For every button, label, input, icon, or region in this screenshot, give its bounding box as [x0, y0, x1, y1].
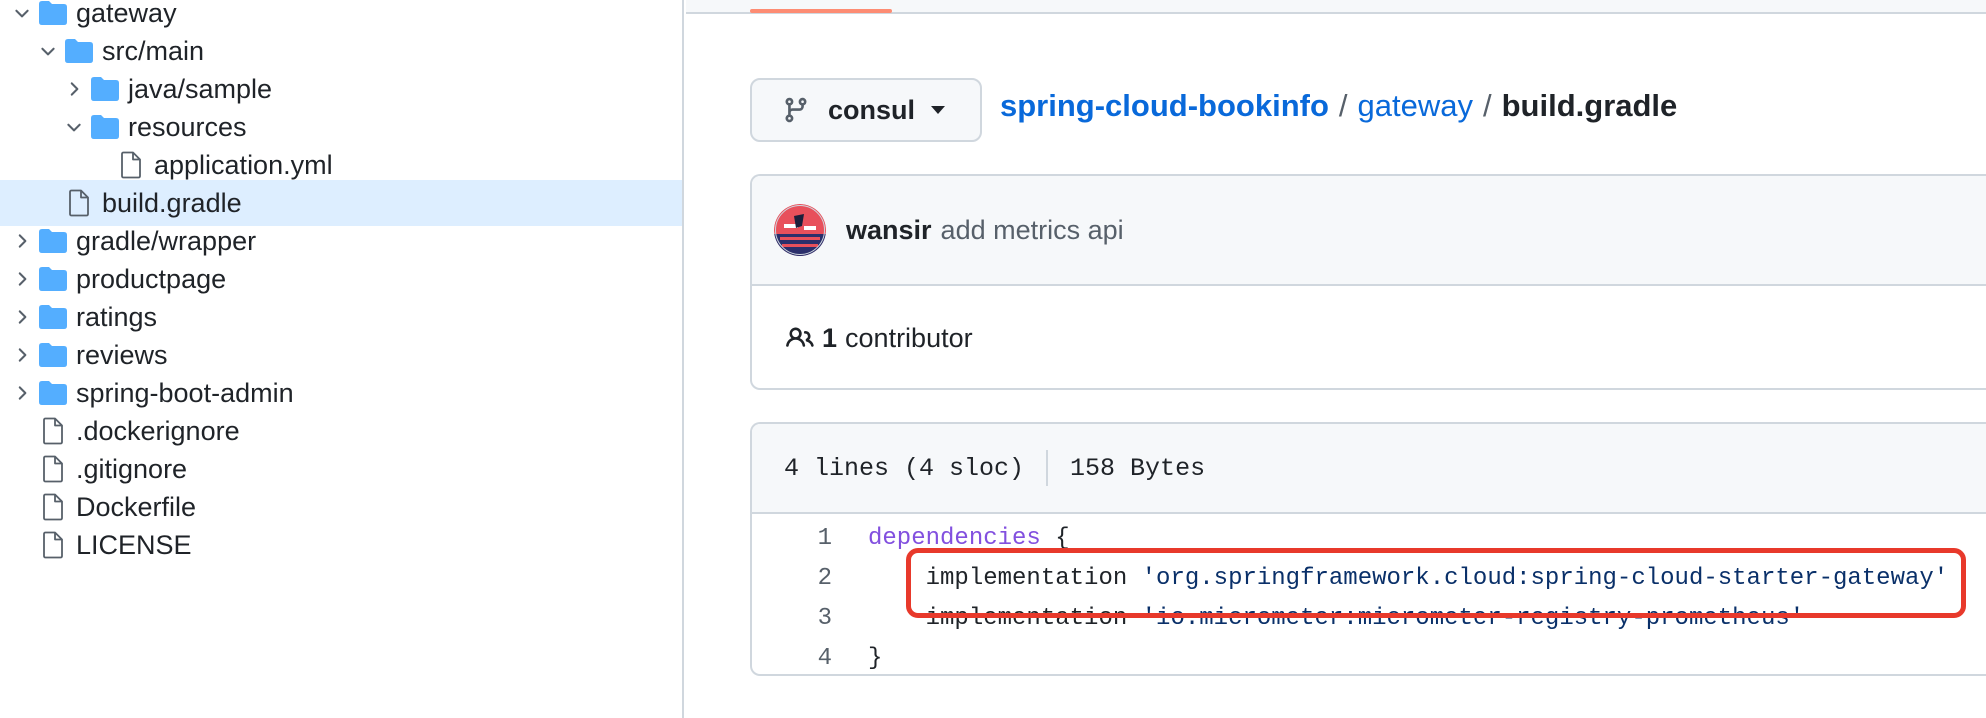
tree-item-label: productpage — [76, 263, 227, 294]
line-number[interactable]: 2 — [752, 565, 832, 592]
folder-icon — [88, 110, 122, 144]
line-number[interactable]: 1 — [752, 525, 832, 552]
file-icon — [36, 490, 70, 524]
branch-selector-button[interactable]: consul — [750, 78, 982, 142]
contributor-count: 1 — [822, 322, 838, 353]
commit-author-link[interactable]: wansir — [846, 215, 932, 246]
code-token: } — [868, 644, 883, 672]
chevron-right-icon[interactable] — [8, 303, 36, 331]
tree-item-label: application.yml — [154, 149, 333, 180]
tree-item-label: gateway — [76, 0, 177, 28]
tree-item-label: Dockerfile — [76, 491, 197, 522]
annotation-highlight-box — [906, 548, 1966, 618]
file-icon — [114, 148, 148, 182]
breadcrumb-separator: / — [1338, 88, 1348, 123]
tree-item-label: .dockerignore — [76, 415, 240, 446]
file-icon — [36, 452, 70, 486]
latest-commit-box: wansir add metrics api 1 contributor — [750, 174, 1986, 390]
active-tab-indicator — [750, 9, 892, 13]
file-tree-sidebar: gateway src/main java/sample resources appli… — [0, 0, 684, 718]
folder-icon — [36, 0, 70, 30]
breadcrumb-current-file: build.gradle — [1501, 88, 1678, 123]
commit-message-link[interactable]: add metrics api — [941, 215, 1124, 246]
tree-item-label: resources — [128, 111, 247, 142]
breadcrumb-repo-link[interactable]: spring-cloud-bookinfo — [1000, 88, 1329, 124]
line-number[interactable]: 4 — [752, 645, 832, 672]
breadcrumb: spring-cloud-bookinfo / gateway / build.… — [1000, 88, 1677, 124]
tree-item-label: .gitignore — [76, 453, 188, 484]
file-info-header: 4 lines (4 sloc) 158 Bytes — [752, 424, 1986, 514]
chevron-right-icon[interactable] — [60, 75, 88, 103]
file-line-count: 4 lines (4 sloc) — [784, 453, 1025, 483]
line-number[interactable]: 3 — [752, 605, 832, 632]
folder-icon — [88, 72, 122, 106]
tree-item-label: build.gradle — [102, 187, 242, 218]
chevron-right-icon[interactable] — [8, 265, 36, 293]
tree-item-label: src/main — [102, 35, 205, 66]
contributor-label: contributor — [845, 322, 973, 353]
folder-icon — [36, 376, 70, 410]
avatar[interactable] — [774, 204, 826, 256]
tree-item-label: reviews — [76, 339, 168, 370]
tree-item-label: ratings — [76, 301, 158, 332]
folder-icon — [36, 224, 70, 258]
breadcrumb-separator: / — [1482, 88, 1492, 123]
folder-icon — [36, 338, 70, 372]
tree-item-license[interactable]: LICENSE — [0, 522, 682, 568]
tree-item-label: java/sample — [128, 73, 273, 104]
folder-icon — [36, 300, 70, 334]
commit-header: wansir add metrics api — [752, 176, 1986, 286]
code-line: 4} — [752, 638, 1986, 674]
tree-item-label: spring-boot-admin — [76, 377, 294, 408]
people-icon — [784, 324, 816, 352]
divider — [1046, 450, 1049, 486]
chevron-down-icon[interactable] — [60, 113, 88, 141]
branch-name: consul — [828, 94, 916, 125]
git-branch-icon — [782, 94, 810, 126]
chevron-right-icon[interactable] — [8, 227, 36, 255]
code-text: } — [832, 645, 882, 672]
caret-down-icon — [931, 106, 946, 114]
folder-icon — [62, 34, 96, 68]
file-icon — [62, 186, 96, 220]
file-size: 158 Bytes — [1070, 453, 1206, 483]
file-icon — [36, 414, 70, 448]
chevron-down-icon[interactable] — [8, 0, 36, 27]
chevron-right-icon[interactable] — [8, 379, 36, 407]
tree-item-label: LICENSE — [76, 529, 192, 560]
breadcrumb-dir-link[interactable]: gateway — [1358, 88, 1473, 124]
chevron-right-icon[interactable] — [8, 341, 36, 369]
folder-icon — [36, 262, 70, 296]
tree-item-label: gradle/wrapper — [76, 225, 257, 256]
chevron-down-icon[interactable] — [34, 37, 62, 65]
repo-nav-strip — [686, 0, 1986, 14]
contributors-row[interactable]: 1 contributor — [752, 286, 1986, 388]
file-icon — [36, 528, 70, 562]
